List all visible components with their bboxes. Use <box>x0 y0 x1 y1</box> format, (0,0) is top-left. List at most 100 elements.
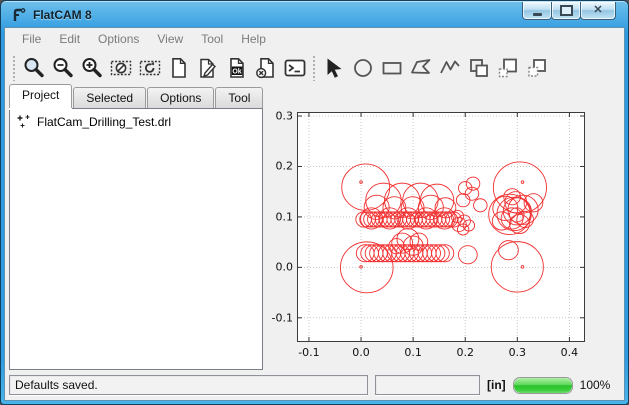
union-tool-icon <box>467 56 491 80</box>
menubar: File Edit Options View Tool Help <box>5 28 624 49</box>
menu-file[interactable]: File <box>13 30 50 48</box>
window-content: File Edit Options View Tool Help <box>5 28 624 400</box>
x-tick-label: 0.2 <box>456 346 474 359</box>
app-logo-icon <box>11 7 27 23</box>
clear-plot-button[interactable] <box>106 54 135 82</box>
close-button[interactable]: ✕ <box>580 2 616 20</box>
plot-canvas[interactable]: -0.1 0.0 0.1 0.2 0.3 0.4 -0.1 0.0 0.1 0.2 0.3 <box>263 86 624 370</box>
zoom-fit-icon <box>22 56 46 80</box>
resize-grip-icon[interactable] <box>617 385 618 398</box>
menu-edit[interactable]: Edit <box>50 30 89 48</box>
zoom-out-button[interactable] <box>48 54 77 82</box>
replot-icon <box>138 56 162 80</box>
toolbar-drag-handle[interactable] <box>12 55 16 81</box>
subtract-tool-icon <box>496 56 520 80</box>
geometry-union-button[interactable] <box>464 54 493 82</box>
drill-plot <box>298 113 584 341</box>
x-tick-label: 0.0 <box>352 346 370 359</box>
units-indicator: [in] <box>487 378 506 392</box>
drill-hole <box>392 233 413 253</box>
drill-object-icon <box>16 114 32 130</box>
x-tick-label: 0.4 <box>561 346 579 359</box>
draw-circle-button[interactable] <box>348 54 377 82</box>
intersect-tool-icon <box>525 56 549 80</box>
zoom-fit-button[interactable] <box>19 54 48 82</box>
status-message: Defaults saved. <box>15 378 98 392</box>
y-tick-label: 0.0 <box>263 261 293 274</box>
new-project-button[interactable] <box>164 54 193 82</box>
tab-bar: Project Selected Options Tool <box>9 86 263 108</box>
drill-hole <box>521 181 524 184</box>
drill-hole <box>517 211 534 227</box>
toolbar-drag-handle[interactable] <box>312 55 316 81</box>
drill-hole <box>474 199 488 212</box>
progress-fill <box>514 378 572 393</box>
tab-tool[interactable]: Tool <box>215 87 263 108</box>
menu-tool[interactable]: Tool <box>192 30 232 48</box>
draw-rectangle-button[interactable] <box>377 54 406 82</box>
toolbar: Ok <box>5 49 624 86</box>
drill-hole <box>456 194 470 207</box>
minimize-icon <box>533 13 542 16</box>
y-tick-label: 0.1 <box>263 210 293 223</box>
plot-axes <box>297 112 585 342</box>
x-tick-label: -0.1 <box>298 346 319 359</box>
project-tree-panel[interactable]: FlatCam_Drilling_Test.drl <box>9 108 263 370</box>
menu-view[interactable]: View <box>148 30 192 48</box>
tree-item-drill-object[interactable]: FlatCam_Drilling_Test.drl <box>10 109 262 132</box>
close-icon: ✕ <box>593 5 602 16</box>
progress-bar <box>513 377 573 394</box>
drill-hole <box>458 246 477 264</box>
progress-percent-label: 100% <box>580 378 611 392</box>
clear-plot-icon <box>109 56 133 80</box>
geometry-intersect-button[interactable] <box>522 54 551 82</box>
maximize-button[interactable] <box>551 2 581 20</box>
tab-project[interactable]: Project <box>9 84 72 108</box>
command-line-icon <box>283 56 307 80</box>
zoom-out-icon <box>51 56 75 80</box>
drill-hole <box>493 162 546 213</box>
menu-options[interactable]: Options <box>89 30 148 48</box>
menu-help[interactable]: Help <box>232 30 275 48</box>
save-project-icon: Ok <box>225 56 249 80</box>
new-project-icon <box>167 56 191 80</box>
app-window: FlatCAM 8 ✕ File Edit Options View Tool … <box>0 0 629 405</box>
open-project-button[interactable] <box>193 54 222 82</box>
geometry-subtract-button[interactable] <box>493 54 522 82</box>
x-tick-label: 0.3 <box>509 346 527 359</box>
tab-selected[interactable]: Selected <box>73 87 146 108</box>
y-tick-label: -0.1 <box>263 311 293 324</box>
maximize-icon <box>560 5 573 16</box>
x-tick-label: 0.1 <box>404 346 422 359</box>
draw-polygon-button[interactable] <box>406 54 435 82</box>
y-tick-label: 0.3 <box>263 110 293 123</box>
rectangle-tool-icon <box>380 56 404 80</box>
main-area: Project Selected Options Tool FlatCam_Dr… <box>5 86 624 370</box>
select-tool-button[interactable] <box>319 54 348 82</box>
left-column: Project Selected Options Tool FlatCam_Dr… <box>9 86 263 370</box>
replot-button[interactable] <box>135 54 164 82</box>
select-cursor-icon <box>322 56 346 80</box>
delete-object-icon <box>254 56 278 80</box>
polyline-tool-icon <box>438 56 462 80</box>
status-secondary-panel <box>375 375 480 395</box>
statusbar: Defaults saved. [in] 100% <box>5 370 624 400</box>
zoom-in-icon <box>80 56 104 80</box>
draw-polyline-button[interactable] <box>435 54 464 82</box>
circle-tool-icon <box>351 56 375 80</box>
tab-options[interactable]: Options <box>147 87 214 108</box>
status-message-panel: Defaults saved. <box>9 375 368 395</box>
tree-item-label: FlatCam_Drilling_Test.drl <box>37 115 171 129</box>
minimize-button[interactable] <box>522 2 552 20</box>
window-title: FlatCAM 8 <box>33 8 92 22</box>
open-project-icon <box>196 56 220 80</box>
drill-hole <box>521 266 524 269</box>
titlebar[interactable]: FlatCAM 8 ✕ <box>1 1 628 28</box>
command-line-button[interactable] <box>280 54 309 82</box>
polygon-tool-icon <box>409 56 433 80</box>
zoom-in-button[interactable] <box>77 54 106 82</box>
y-tick-label: 0.2 <box>263 160 293 173</box>
delete-object-button[interactable] <box>251 54 280 82</box>
svg-text:Ok: Ok <box>232 68 241 75</box>
save-project-button[interactable]: Ok <box>222 54 251 82</box>
